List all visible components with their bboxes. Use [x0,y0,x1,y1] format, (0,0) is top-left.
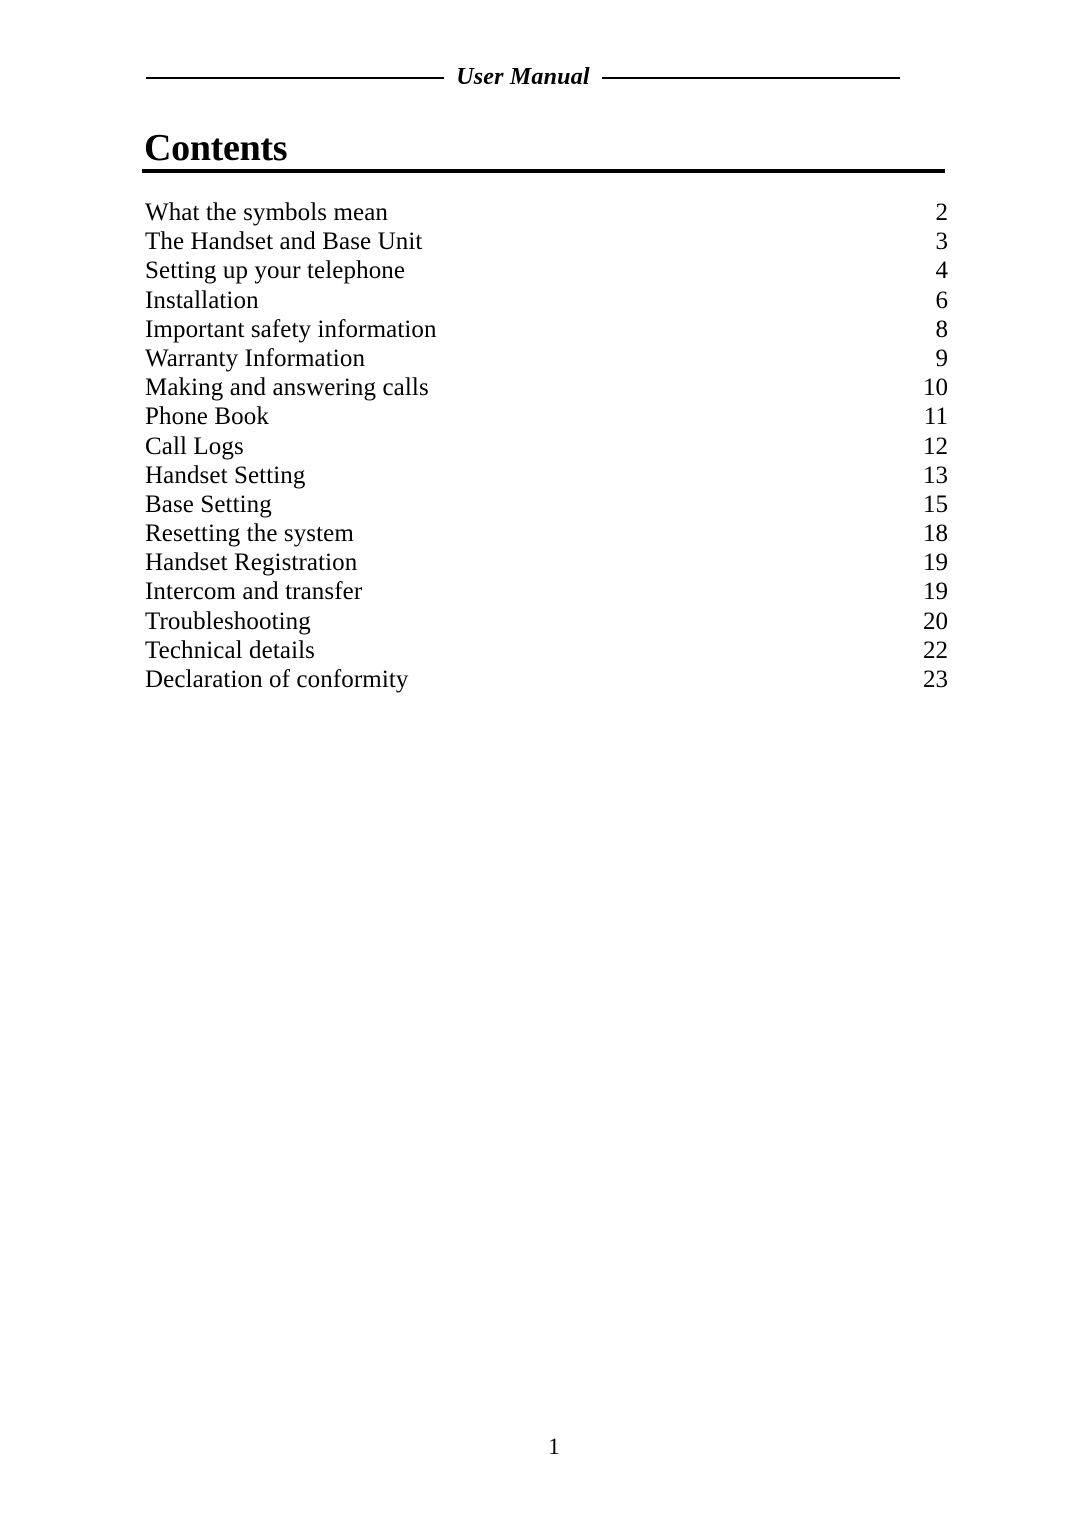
toc-entry-title: Intercom and transfer [145,578,363,606]
toc-entry-page-number: 18 [923,520,948,548]
toc-entry-title: Base Setting [145,490,272,518]
toc-entry-title: Making and answering calls [145,374,429,402]
toc-entry[interactable]: Important safety information 8 [145,315,948,344]
toc-entry-title: Phone Book [145,403,269,431]
toc-entry[interactable]: Troubleshooting 20 [145,607,948,636]
toc-entry[interactable]: The Handset and Base Unit 3 [145,227,948,256]
toc-entry-title: Installation [145,286,259,314]
toc-entry-page-number: 4 [935,257,949,285]
toc-entry-title: Troubleshooting [145,607,311,635]
toc-entry-title: Technical details [145,636,316,664]
toc-entry-page-number: 13 [923,461,948,489]
toc-entry[interactable]: Handset Setting 13 [145,461,948,490]
toc-entry-title: Important safety information [145,315,437,343]
toc-entry[interactable]: Declaration of conformity 23 [145,665,948,694]
toc-entry[interactable]: Intercom and transfer 19 [145,577,948,606]
toc-entry-page-number: 9 [935,344,949,372]
toc-entry[interactable]: Making and answering calls 10 [145,373,948,402]
toc-entry[interactable]: What the symbols mean 2 [145,198,948,227]
toc-entry-page-number: 19 [923,549,948,577]
toc-entry-page-number: 6 [935,286,949,314]
toc-entry-page-number: 10 [923,374,948,402]
toc-entry-title: Declaration of conformity [145,666,409,693]
toc-entry-title: Call Logs [145,432,244,460]
toc-entry-page-number: 22 [923,636,948,664]
toc-entry-title: Warranty Information [145,344,366,372]
toc-entry-page-number: 12 [923,432,948,460]
toc-entry-page-number: 19 [923,578,948,606]
header-title: User Manual [456,64,590,90]
toc-entry[interactable]: Setting up your telephone 4 [145,256,948,285]
toc-entry[interactable]: Warranty Information 9 [145,344,948,373]
toc-entry[interactable]: Installation 6 [145,286,948,315]
toc-entry[interactable]: Resetting the system 18 [145,519,948,548]
page-title: Contents [144,127,288,169]
toc-entry[interactable]: Technical details 22 [145,636,948,665]
toc-entry-page-number: 11 [923,403,948,431]
toc-entry[interactable]: Call Logs 12 [145,432,948,461]
toc-entry-page-number: 2 [935,199,949,226]
toc-entry[interactable]: Base Setting 15 [145,490,948,519]
header-rule-right [601,77,901,79]
page-footer: 1 [0,1434,1080,1460]
toc-entry-page-number: 15 [923,490,948,518]
heading-underline-rule [142,169,945,173]
toc-entry-title: What the symbols mean [145,199,389,226]
toc-entry-page-number: 3 [935,228,949,256]
toc-entry-page-number: 20 [923,607,948,635]
toc-entry[interactable]: Phone Book 11 [145,402,948,431]
toc-entry-title: Handset Setting [145,461,306,489]
table-of-contents: What the symbols mean 2 The Handset and Ba… [145,198,948,694]
toc-entry[interactable]: Handset Registration 19 [145,548,948,577]
contents-heading: Contents [142,128,945,173]
toc-entry-title: Setting up your telephone [145,257,406,285]
toc-entry-title: Resetting the system [145,520,354,548]
toc-entry-page-number: 23 [923,666,948,693]
toc-entry-title: The Handset and Base Unit [145,228,423,256]
toc-entry-title: Handset Registration [145,549,358,577]
running-header: User Manual [146,58,901,98]
header-rule-left [146,77,445,79]
document-page: User Manual Contents What the symbols me… [0,0,1080,1528]
folio-number: 1 [548,1434,560,1459]
toc-entry-page-number: 8 [935,315,949,343]
